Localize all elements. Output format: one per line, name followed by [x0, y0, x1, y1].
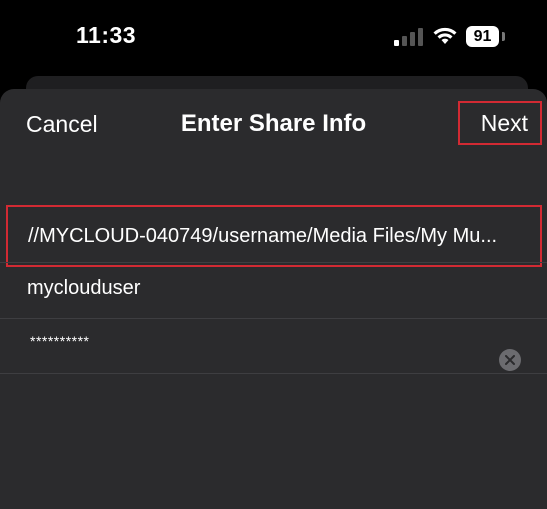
battery-icon: 91 — [466, 26, 499, 47]
status-time: 11:33 — [76, 22, 137, 48]
username-row: myclouduser — [0, 262, 547, 318]
status-bar: 11:33 91 — [0, 0, 547, 72]
wifi-icon — [433, 27, 457, 44]
share-info-sheet: Cancel Enter Share Info Next //MYCLOUD-0… — [0, 89, 547, 509]
cellular-signal-icon — [394, 28, 423, 46]
password-field[interactable]: ********** — [30, 333, 89, 349]
close-icon — [505, 355, 515, 365]
battery-level: 91 — [473, 27, 492, 45]
share-path-field[interactable]: //MYCLOUD-040749/username/Media Files/My… — [6, 205, 542, 267]
password-row: ********** — [0, 318, 547, 374]
username-field[interactable]: myclouduser — [27, 277, 140, 300]
share-path-row: //MYCLOUD-040749/username/Media Files/My… — [0, 200, 547, 267]
battery-nub — [502, 32, 505, 41]
next-button[interactable]: Next — [458, 101, 542, 145]
navigation-bar: Cancel Enter Share Info Next — [0, 89, 547, 161]
clear-icon[interactable] — [499, 349, 521, 371]
next-button-label: Next — [480, 109, 528, 136]
share-info-form: //MYCLOUD-040749/username/Media Files/My… — [0, 200, 547, 374]
